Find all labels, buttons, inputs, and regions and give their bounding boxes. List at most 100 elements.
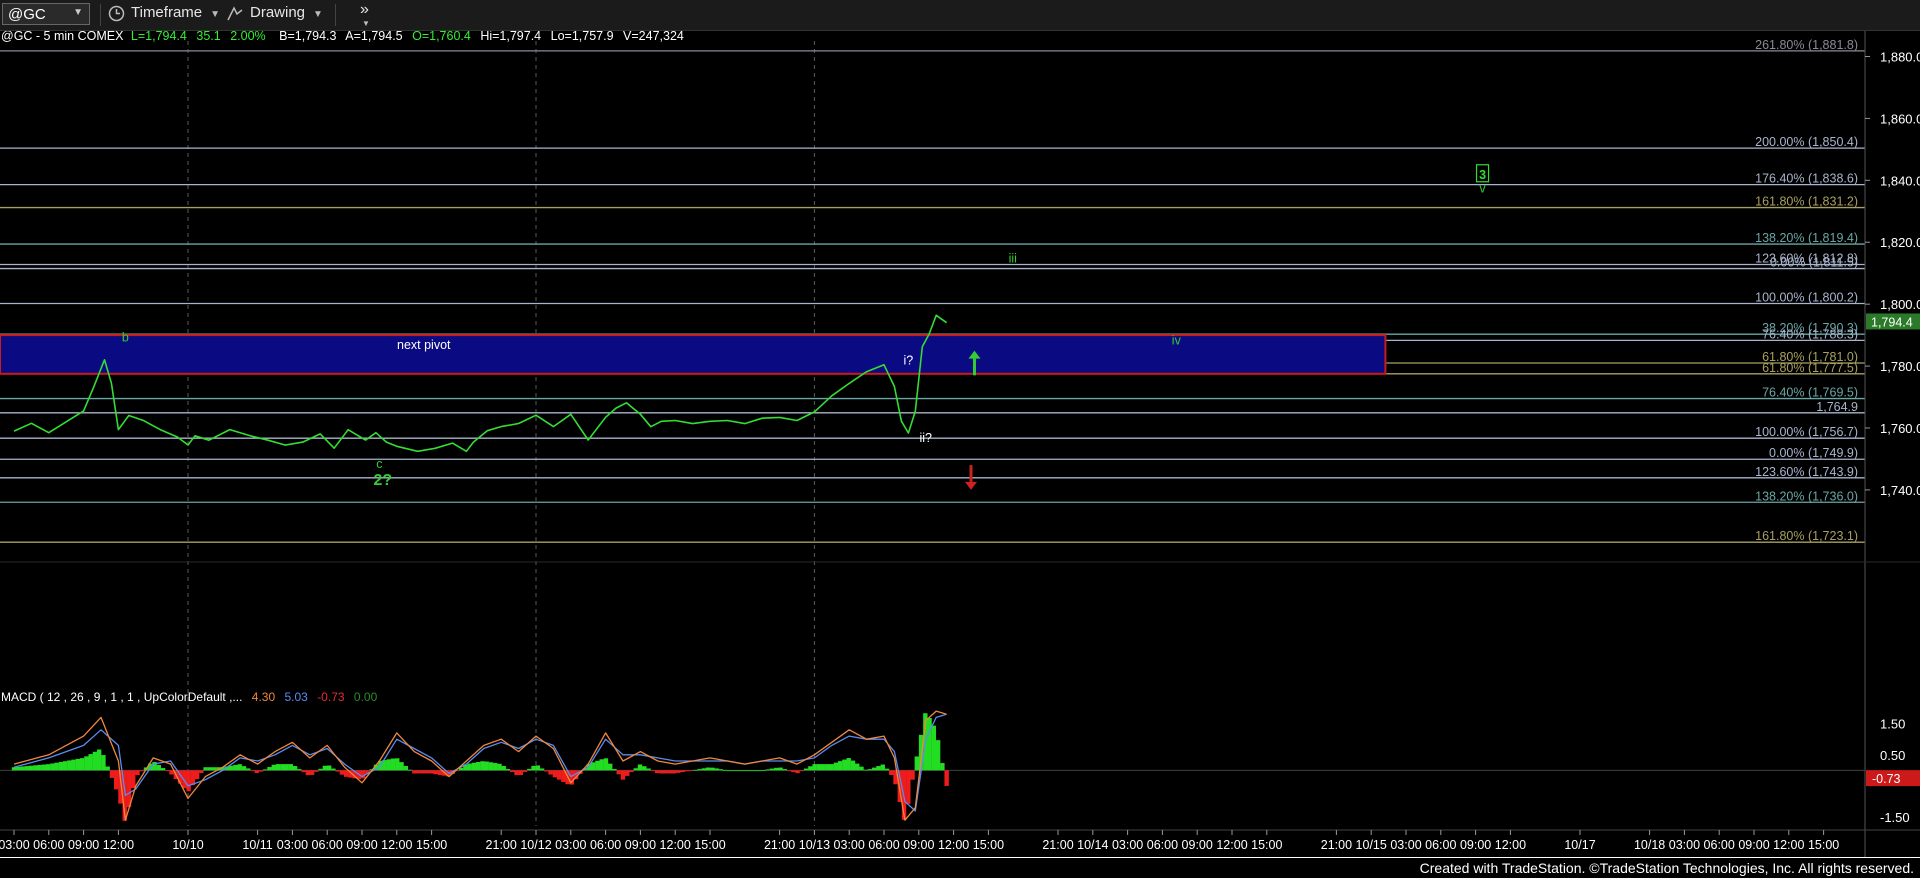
macd-diff-value: -0.73 bbox=[317, 690, 345, 704]
macd-histogram-bar bbox=[386, 759, 391, 771]
macd-histogram-bar bbox=[322, 765, 328, 771]
macd-histogram-bar bbox=[246, 768, 251, 771]
time-axis-label: 10/18 bbox=[1634, 838, 1665, 852]
timeframe-button[interactable]: Timeframe ▼ bbox=[108, 4, 220, 26]
time-axis-label: 12:00 bbox=[1216, 838, 1247, 852]
symbol-value: @GC bbox=[8, 6, 46, 23]
price-axis-label: 1,840.0 bbox=[1880, 173, 1920, 188]
macd-histogram-bar bbox=[688, 770, 694, 772]
macd-histogram-bar bbox=[535, 765, 541, 771]
symbol-dropdown[interactable]: @GC ▼ bbox=[2, 3, 90, 25]
bid-price: B=1,794.3 bbox=[279, 31, 336, 43]
macd-histogram-bar bbox=[199, 770, 204, 773]
macd-histogram-bar bbox=[67, 760, 72, 771]
time-axis-label: 03:00 bbox=[834, 838, 865, 852]
time-axis-label: 03:00 bbox=[0, 838, 30, 852]
macd-histogram-bar bbox=[292, 766, 298, 771]
fib-line-label: 76.40% (1,788.3) bbox=[1762, 327, 1858, 341]
clock-icon bbox=[108, 5, 125, 21]
macd-histogram-bar bbox=[748, 770, 753, 772]
fib-line-label: 138.20% (1,736.0) bbox=[1755, 489, 1858, 503]
wave-label: ii? bbox=[920, 431, 933, 445]
time-axis-label: 09:00 bbox=[1460, 838, 1491, 852]
time-axis-label: 15:00 bbox=[1808, 838, 1839, 852]
macd-histogram-bar bbox=[774, 767, 779, 771]
macd-histogram-bar bbox=[288, 764, 294, 771]
fib-line-label: 100.00% (1,756.7) bbox=[1755, 425, 1858, 439]
macd-histogram-bar bbox=[825, 764, 830, 771]
macd-histogram-bar bbox=[786, 770, 792, 772]
macd-histogram-bar bbox=[782, 769, 788, 771]
macd-histogram-bar bbox=[765, 769, 770, 771]
macd-histogram-bar bbox=[326, 765, 332, 771]
macd-histogram-bar bbox=[412, 770, 417, 774]
macd-histogram-bar bbox=[28, 765, 34, 771]
macd-histogram-bar bbox=[769, 768, 775, 771]
fib-line-label: 123.60% (1,743.9) bbox=[1755, 465, 1858, 479]
macd-histogram-bar bbox=[833, 762, 839, 771]
fib-line-label: 138.20% (1,819.4) bbox=[1755, 231, 1858, 245]
macd-histogram-bar bbox=[156, 764, 161, 771]
macd-histogram-bar bbox=[837, 761, 843, 771]
macd-histogram-bar bbox=[16, 766, 21, 771]
wave-label: 3 bbox=[1479, 168, 1486, 182]
time-axis-label: 12:00 bbox=[381, 838, 412, 852]
time-axis-label: 10/17 bbox=[1564, 838, 1595, 852]
macd-histogram-bar bbox=[258, 770, 264, 772]
footer: Created with TradeStation. ©TradeStation… bbox=[0, 857, 1920, 878]
macd-histogram-bar bbox=[280, 764, 285, 771]
macd-histogram-bar bbox=[791, 770, 796, 773]
macd-histogram-bar bbox=[778, 767, 783, 771]
macd-histogram-bar bbox=[45, 764, 51, 771]
macd-histogram-bar bbox=[407, 769, 413, 771]
macd-header: MACD ( 12 , 26 , 9 , 1 , 1 , UpColorDefa… bbox=[1, 690, 378, 704]
chart-svg: 261.80% (1,881.8) 200.00% (1,850.4) 176.40… bbox=[0, 31, 1920, 857]
macd-histogram-bar bbox=[437, 770, 443, 775]
macd-histogram-bar bbox=[160, 768, 166, 771]
copyright-text: Created with TradeStation. ©TradeStation… bbox=[1419, 860, 1914, 876]
time-axis-label: 06:00 bbox=[590, 838, 621, 852]
macd-histogram-bar bbox=[284, 764, 289, 771]
more-tools-button[interactable]: » ▼ bbox=[360, 1, 370, 28]
time-axis-label: 09:00 bbox=[68, 838, 99, 852]
macd-histogram-bar bbox=[339, 770, 345, 775]
macd-histogram-bar bbox=[531, 765, 536, 771]
wave-label: iii bbox=[1009, 251, 1017, 265]
time-axis-label: 10/14 bbox=[1077, 838, 1108, 852]
time-axis-label: 21:00 bbox=[1321, 838, 1352, 852]
macd-histogram-bar bbox=[194, 770, 200, 780]
macd-histogram-bar bbox=[514, 770, 519, 776]
macd-histogram-bar bbox=[79, 758, 85, 771]
macd-histogram-bar bbox=[301, 770, 306, 773]
macd-histogram-bar bbox=[876, 766, 881, 771]
macd-histogram-bar bbox=[343, 770, 349, 777]
macd-current-label: -0.73 bbox=[1872, 772, 1901, 786]
macd-axis-label: -1.50 bbox=[1880, 810, 1910, 825]
macd-histogram-bar bbox=[429, 770, 434, 774]
macd-histogram-bar bbox=[33, 765, 38, 771]
macd-histogram-bar bbox=[101, 755, 106, 771]
time-axis-label: 06:00 bbox=[1425, 838, 1456, 852]
macd-histogram-bar bbox=[552, 770, 558, 778]
macd-histogram-bar bbox=[58, 761, 64, 771]
macd-histogram-bar bbox=[505, 768, 511, 771]
macd-histogram-bar bbox=[475, 761, 481, 771]
macd-histogram-bar bbox=[714, 768, 719, 771]
macd-histogram-bar bbox=[211, 767, 217, 771]
time-axis-label: 06:00 bbox=[868, 838, 899, 852]
time-axis-label: 10/11 bbox=[242, 838, 272, 852]
macd-histogram-bar bbox=[927, 718, 932, 771]
macd-histogram-bar bbox=[527, 768, 532, 771]
time-axis-label: 12:00 bbox=[1773, 838, 1804, 852]
macd-histogram-bar bbox=[96, 749, 102, 771]
time-axis-label: 12:00 bbox=[1495, 838, 1526, 852]
time-axis-label: 12:00 bbox=[103, 838, 134, 852]
time-axis-label: 10/10 bbox=[172, 838, 203, 852]
fib-line-label: 100.00% (1,800.2) bbox=[1755, 291, 1858, 305]
toolbar-divider bbox=[100, 4, 101, 26]
macd-histogram-bar bbox=[727, 770, 732, 772]
macd-zero-value: 0.00 bbox=[354, 690, 378, 704]
macd-histogram-bar bbox=[642, 766, 647, 771]
toolbar: @GC ▼ Timeframe ▼ Drawing ▼ » ▼ bbox=[0, 0, 1920, 31]
drawing-button[interactable]: Drawing ▼ bbox=[226, 4, 323, 26]
